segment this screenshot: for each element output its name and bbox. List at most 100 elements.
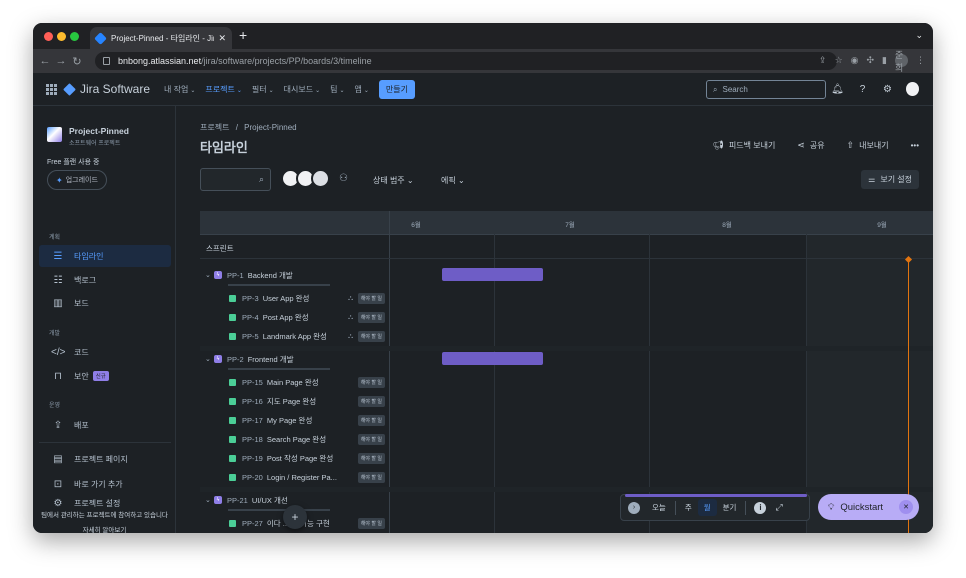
issue-key[interactable]: PP-15 — [242, 378, 263, 387]
nav-apps[interactable]: 앱 ⌄ — [355, 84, 369, 95]
view-settings-button[interactable]: ⚌ 보기 설정 — [861, 170, 919, 189]
nav-dashboards[interactable]: 대시보드 ⌄ — [284, 84, 320, 95]
issue-key[interactable]: PP-3 — [242, 294, 259, 303]
close-window-button[interactable] — [44, 32, 53, 41]
issue-name[interactable]: User App 완성 — [263, 293, 310, 304]
epic-key[interactable]: PP-2 — [227, 355, 244, 364]
sidebar-item-deploy[interactable]: ⇪ 배포 — [39, 414, 171, 436]
issue-row[interactable]: PP-18 Search Page 완성 해야 할 일 — [200, 430, 390, 449]
status-lozenge[interactable]: 해야 할 일 — [357, 472, 385, 483]
sidebar-item-security[interactable]: ⊓ 보안 신규 — [39, 365, 171, 387]
new-tab-button[interactable]: + — [239, 28, 247, 42]
issue-key[interactable]: PP-16 — [242, 397, 263, 406]
issue-key[interactable]: PP-18 — [242, 435, 263, 444]
notifications-icon[interactable]: 🔔︎ — [831, 84, 844, 95]
nav-teams[interactable]: 팀 ⌄ — [330, 84, 344, 95]
back-arrow-icon[interactable]: ← — [37, 55, 53, 67]
sidebar-item-project-pages[interactable]: ▤ 프로젝트 페이지 — [39, 448, 171, 470]
search-input[interactable]: ⌕ Search — [706, 80, 826, 99]
share-page-icon[interactable]: ⇪ — [819, 55, 827, 66]
chevron-down-icon[interactable]: ⌄ — [205, 355, 214, 363]
chevron-down-icon[interactable]: ⌄ — [205, 496, 214, 504]
export-button[interactable]: ⇧ 내보내기 — [847, 140, 889, 151]
nav-your-work[interactable]: 내 작업 ⌄ — [164, 84, 195, 95]
chevron-right-icon[interactable]: › — [628, 501, 640, 514]
chevron-down-icon[interactable]: ⌄ — [205, 271, 214, 279]
user-avatar[interactable] — [906, 82, 919, 96]
issue-key[interactable]: PP-27 — [242, 519, 263, 528]
feedback-button[interactable]: 📢︎ 피드백 보내기 — [712, 140, 775, 151]
epic-timeline-bar[interactable] — [442, 352, 543, 365]
sidebar-item-board[interactable]: ▥ 보드 — [39, 292, 171, 314]
project-header[interactable]: Project-Pinned 소프트웨어 프로젝트 — [47, 126, 129, 147]
status-category-filter[interactable]: 상태 범주 ⌄ — [373, 175, 414, 186]
issue-row[interactable]: PP-19 Post 작성 Page 완성 해야 할 일 — [200, 449, 390, 468]
reload-icon[interactable]: ↻ — [69, 55, 85, 68]
close-icon[interactable]: ✕ — [899, 500, 913, 514]
issue-row[interactable]: PP-15 Main Page 완성 해야 할 일 — [200, 373, 390, 392]
issue-key[interactable]: PP-19 — [242, 454, 263, 463]
help-icon[interactable]: ? — [856, 84, 869, 95]
sidebar-item-backlog[interactable]: ☷ 백로그 — [39, 269, 171, 291]
issue-row[interactable]: PP-16 지도 Page 완성 해야 할 일 — [200, 392, 390, 411]
epic-filter[interactable]: 에픽 ⌄ — [441, 175, 465, 186]
scrollbar-thumb[interactable] — [625, 494, 807, 497]
issue-name[interactable]: Landmark App 완성 — [263, 331, 327, 342]
issue-name[interactable]: Login / Register Pa... — [267, 473, 337, 482]
epic-row[interactable]: ⌄ ϟ PP-2 Frontend 개발 — [200, 349, 390, 369]
status-lozenge[interactable]: 해야 할 일 — [357, 312, 385, 323]
issue-row[interactable]: PP-3 User App 완성 ⛬ 해야 할 일 — [200, 289, 390, 308]
upgrade-button[interactable]: ✦ 업그레이드 — [47, 170, 107, 190]
nav-filters[interactable]: 필터 ⌄ — [252, 84, 274, 95]
issue-name[interactable]: My Page 완성 — [267, 415, 312, 426]
epic-name[interactable]: UI/UX 개선 — [252, 495, 288, 506]
issue-name[interactable]: Post App 완성 — [263, 312, 309, 323]
issue-key[interactable]: PP-4 — [242, 313, 259, 322]
issue-row[interactable]: PP-4 Post App 완성 ⛬ 해야 할 일 — [200, 308, 390, 327]
fullscreen-expand-icon[interactable]: ⤢ — [775, 502, 782, 513]
status-lozenge[interactable]: 해야 할 일 — [357, 415, 385, 426]
tab-search-chevron-icon[interactable]: ⌄ — [915, 30, 923, 41]
add-people-icon[interactable]: ⚇ — [339, 173, 348, 184]
bookmark-star-icon[interactable]: ☆ — [835, 55, 843, 66]
share-button[interactable]: ⋖ 공유 — [797, 140, 824, 151]
extension-icon[interactable]: ◉ — [851, 55, 859, 66]
tab-close-icon[interactable]: ✕ — [218, 33, 226, 44]
browser-tab[interactable]: Project-Pinned - 타임라인 - Jira ✕ — [90, 27, 232, 49]
profile-avatar[interactable]: 준희 — [895, 50, 908, 73]
member-avatar[interactable] — [311, 169, 330, 188]
add-issue-button[interactable]: + — [283, 505, 307, 529]
issue-row[interactable]: PP-20 Login / Register Pa... 해야 할 일 — [200, 468, 390, 487]
status-lozenge[interactable]: 해야 할 일 — [357, 396, 385, 407]
epic-row[interactable]: ⌄ ϟ PP-1 Backend 개발 — [200, 265, 390, 285]
issue-key[interactable]: PP-17 — [242, 416, 263, 425]
epic-timeline-bar[interactable] — [442, 268, 543, 281]
nav-projects[interactable]: 프로젝트 ⌄ — [205, 84, 241, 95]
status-lozenge[interactable]: 해야 할 일 — [357, 434, 385, 445]
zoom-quarter-button[interactable]: 분기 — [717, 499, 743, 516]
status-lozenge[interactable]: 해야 할 일 — [357, 518, 385, 529]
breadcrumb-projects[interactable]: 프로젝트 — [200, 123, 229, 132]
epic-key[interactable]: PP-21 — [227, 496, 248, 505]
url-field[interactable]: bnbong.atlassian.net /jira/software/proj… — [95, 52, 837, 70]
extension-puzzle-icon[interactable]: ✣ — [867, 55, 875, 66]
zoom-month-button[interactable]: 월 — [697, 499, 717, 516]
maximize-window-button[interactable] — [70, 32, 79, 41]
issue-key[interactable]: PP-5 — [242, 332, 259, 341]
status-lozenge[interactable]: 해야 할 일 — [357, 453, 385, 464]
sidepanel-icon[interactable]: ▮ — [882, 55, 887, 66]
jira-logo[interactable]: Jira Software — [63, 82, 150, 96]
quickstart-button[interactable]: 💡︎ Quickstart ✕ — [818, 494, 919, 520]
breadcrumb-project[interactable]: Project-Pinned — [244, 123, 296, 132]
issue-row[interactable]: PP-5 Landmark App 완성 ⛬ 해야 할 일 — [200, 327, 390, 346]
issue-name[interactable]: Main Page 완성 — [267, 377, 319, 388]
sidebar-item-add-shortcut[interactable]: ⊡ 바로 가기 추가 — [39, 473, 171, 495]
zoom-week-button[interactable]: 주 — [679, 499, 698, 516]
app-switcher-icon[interactable] — [46, 83, 57, 95]
epic-name[interactable]: Frontend 개발 — [248, 354, 294, 365]
issue-name[interactable]: Post 작성 Page 완성 — [267, 453, 333, 464]
status-lozenge[interactable]: 해야 할 일 — [357, 331, 385, 342]
timeline-search-input[interactable]: ⌕ — [200, 168, 271, 191]
sidebar-item-code[interactable]: </> 코드 — [39, 341, 171, 363]
more-actions-button[interactable]: ••• — [911, 141, 919, 150]
